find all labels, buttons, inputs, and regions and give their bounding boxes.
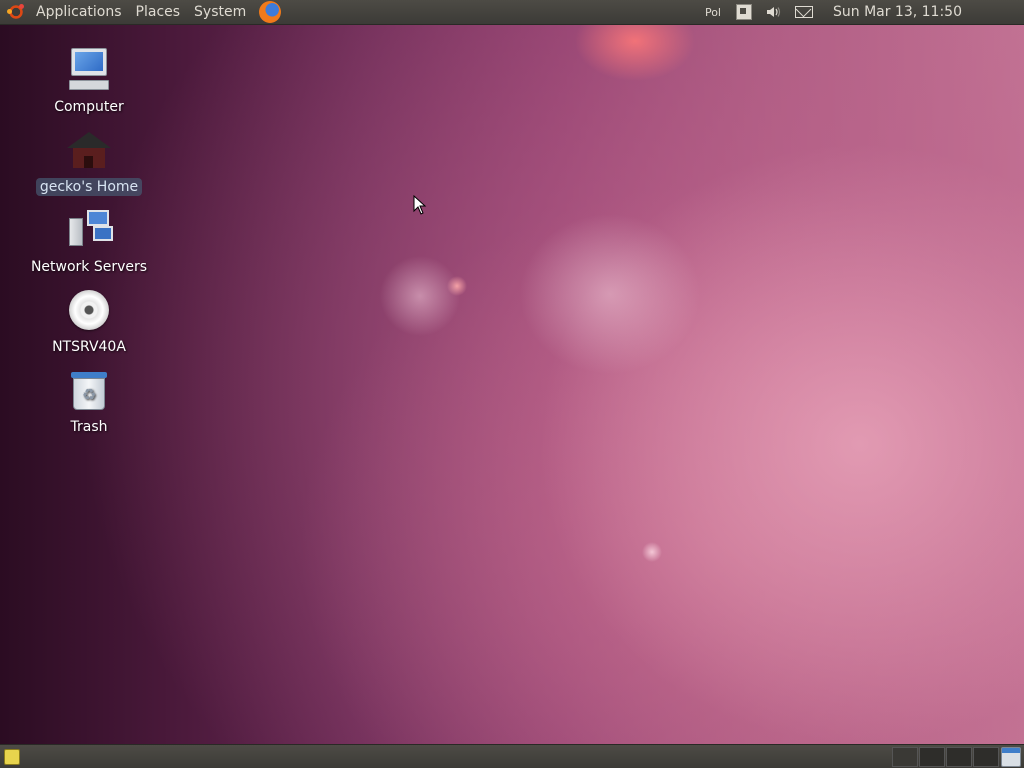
desktop-icon-label: gecko's Home <box>35 178 143 196</box>
workspace-2[interactable] <box>919 746 945 767</box>
keyboard-layout-indicator[interactable]: Pol <box>705 6 721 19</box>
top-panel: Applications Places System Pol Sun Mar 1… <box>0 0 1024 25</box>
clock[interactable]: Sun Mar 13, 11:50 <box>833 4 962 20</box>
workspace-3[interactable] <box>946 746 972 767</box>
desktop-icon-label: Computer <box>54 99 124 115</box>
cd-drive-icon <box>65 286 113 334</box>
menu-applications[interactable]: Applications <box>29 0 129 24</box>
firefox-icon[interactable] <box>259 1 282 23</box>
desktop-icon-trash[interactable]: ♻ Trash <box>24 366 154 436</box>
menu-places[interactable]: Places <box>129 0 188 24</box>
bottom-panel <box>0 744 1024 768</box>
workspace-4[interactable] <box>973 746 999 767</box>
trash-applet-icon[interactable] <box>1001 746 1021 767</box>
desktop-icon-label: NTSRV40A <box>52 339 126 355</box>
trash-icon: ♻ <box>65 366 113 414</box>
volume-icon[interactable] <box>765 3 783 21</box>
mail-icon[interactable] <box>794 3 813 21</box>
desktop-icon-label: Network Servers <box>30 259 148 275</box>
workspace-1[interactable] <box>892 746 918 767</box>
desktop-icon-cd-drive[interactable]: NTSRV40A <box>24 286 154 356</box>
desktop-icon-home[interactable]: gecko's Home <box>24 126 154 196</box>
home-folder-icon <box>65 126 113 174</box>
ubuntu-logo-icon[interactable] <box>7 3 25 21</box>
workspace-switcher[interactable] <box>891 746 999 767</box>
network-icon[interactable] <box>735 3 753 21</box>
show-desktop-icon[interactable] <box>4 748 20 765</box>
computer-icon <box>65 46 113 94</box>
network-servers-icon <box>65 206 113 254</box>
desktop-icon-network-servers[interactable]: Network Servers <box>24 206 154 276</box>
desktop-icon-computer[interactable]: Computer <box>24 46 154 116</box>
desktop-icon-label: Trash <box>70 419 108 435</box>
menu-system[interactable]: System <box>187 0 253 24</box>
